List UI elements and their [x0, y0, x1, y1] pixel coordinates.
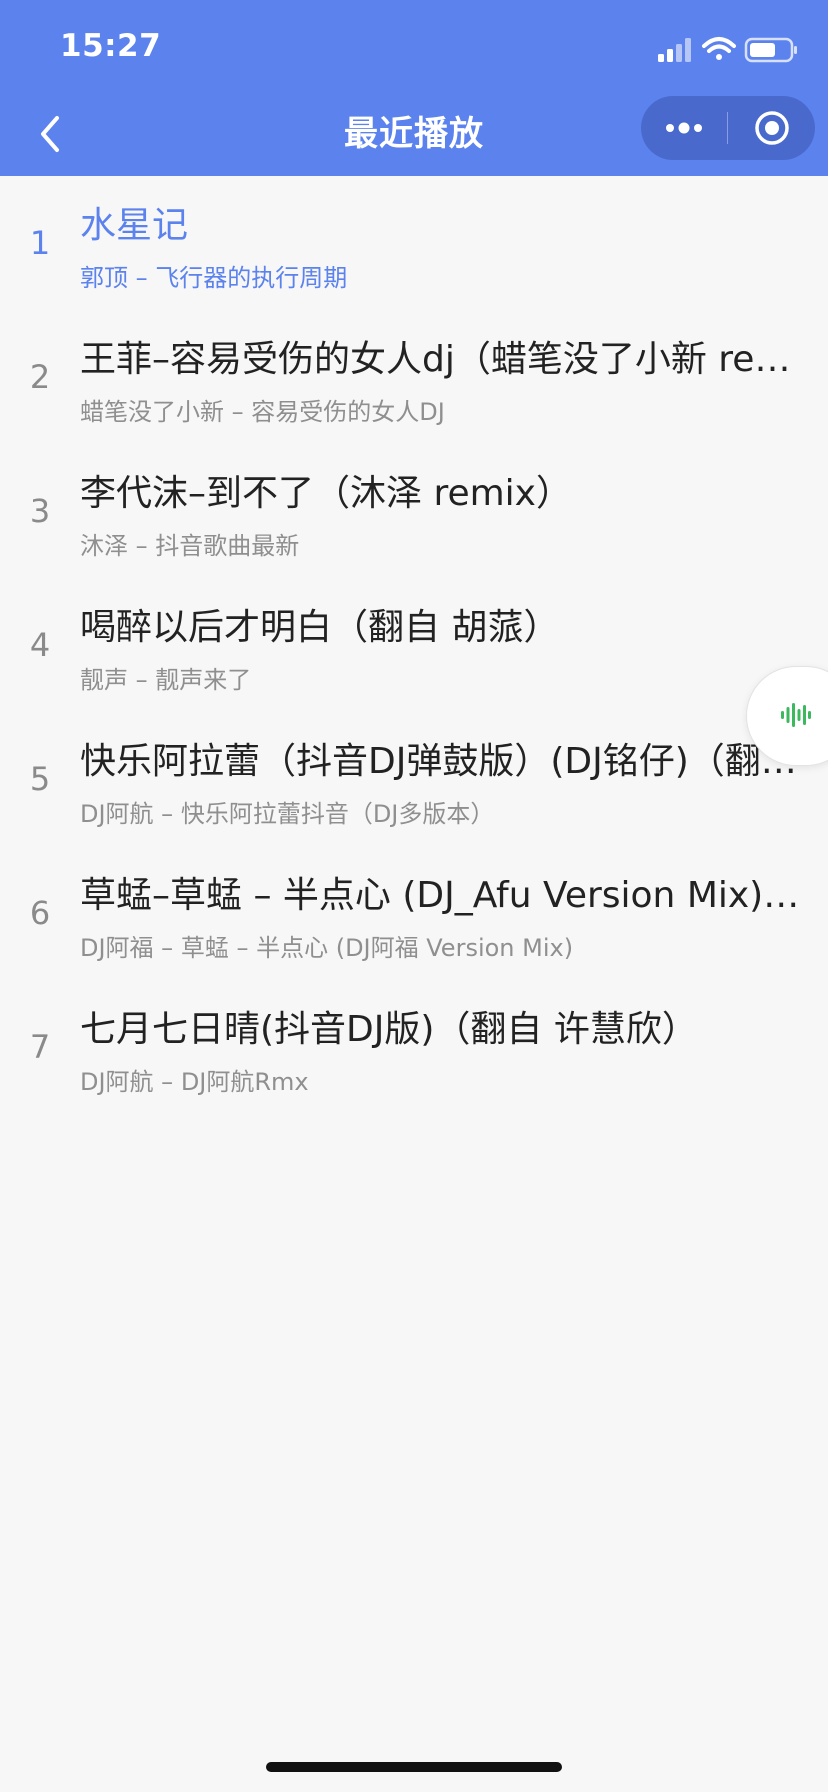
- song-artist-album: DJ阿福 – 草蜢 – 半点心 (DJ阿福 Version Mix): [80, 934, 574, 962]
- song-artist-album: 靓声 – 靓声来了: [80, 666, 252, 694]
- mini-program-capsule: [641, 96, 815, 160]
- status-time: 15:27: [60, 28, 162, 64]
- recent-play-list: 1 水星记 郭顶 – 飞行器的执行周期 2 王菲–容易受伤的女人dj（蜡笔没了小…: [0, 176, 828, 1114]
- song-row[interactable]: 7 七月七日晴(抖音DJ版)（翻自 许慧欣） DJ阿航 – DJ阿航Rmx: [0, 980, 828, 1114]
- song-index: 1: [29, 224, 51, 262]
- song-artist-album: DJ阿航 – 快乐阿拉蕾抖音（DJ多版本）: [80, 800, 495, 828]
- song-index: 4: [29, 626, 51, 664]
- song-title: 水星记: [80, 205, 189, 246]
- song-row[interactable]: 1 水星记 郭顶 – 飞行器的执行周期: [0, 176, 828, 310]
- song-title: 李代沫–到不了（沐泽 remix）: [80, 473, 572, 514]
- close-mini-program-button[interactable]: [728, 96, 815, 160]
- song-title: 七月七日晴(抖音DJ版)（翻自 许慧欣）: [80, 1009, 698, 1050]
- song-row[interactable]: 5 快乐阿拉蕾（抖音DJ弹鼓版）(DJ铭仔)（翻… DJ阿航 – 快乐阿拉蕾抖音…: [0, 712, 828, 846]
- status-icons: [658, 32, 798, 66]
- song-title: 草蜢–草蜢 – 半点心 (DJ_Afu Version Mix)…: [80, 875, 800, 916]
- song-row[interactable]: 2 王菲–容易受伤的女人dj（蜡笔没了小新 re… 蜡笔没了小新 – 容易受伤的…: [0, 310, 828, 444]
- song-row[interactable]: 4 喝醉以后才明白（翻自 胡蒎） 靓声 – 靓声来了: [0, 578, 828, 712]
- song-index: 5: [29, 760, 51, 798]
- song-artist-album: DJ阿航 – DJ阿航Rmx: [80, 1068, 309, 1096]
- more-menu-button[interactable]: [641, 96, 727, 160]
- home-indicator[interactable]: [266, 1762, 562, 1772]
- navigation-header: 15:27 最近播放: [0, 0, 828, 176]
- song-artist-album: 沐泽 – 抖音歌曲最新: [80, 532, 300, 560]
- wifi-icon: [702, 37, 736, 60]
- song-row[interactable]: 3 李代沫–到不了（沐泽 remix） 沐泽 – 抖音歌曲最新: [0, 444, 828, 578]
- song-index: 7: [29, 1028, 51, 1066]
- song-row[interactable]: 6 草蜢–草蜢 – 半点心 (DJ_Afu Version Mix)… DJ阿福…: [0, 846, 828, 980]
- battery-icon: [744, 37, 797, 63]
- more-dots-icon: [666, 122, 702, 134]
- song-index: 3: [29, 492, 51, 530]
- song-title: 喝醉以后才明白（翻自 胡蒎）: [80, 607, 560, 648]
- song-artist-album: 郭顶 – 飞行器的执行周期: [80, 264, 348, 292]
- signal-icon: [658, 38, 691, 62]
- song-title: 快乐阿拉蕾（抖音DJ弹鼓版）(DJ铭仔)（翻…: [80, 741, 797, 782]
- target-circle-icon: [754, 111, 789, 145]
- song-artist-album: 蜡笔没了小新 – 容易受伤的女人DJ: [80, 398, 445, 426]
- song-index: 2: [29, 358, 51, 396]
- audio-wave-icon: [781, 703, 811, 727]
- song-title: 王菲–容易受伤的女人dj（蜡笔没了小新 re…: [80, 339, 791, 380]
- song-index: 6: [29, 894, 51, 932]
